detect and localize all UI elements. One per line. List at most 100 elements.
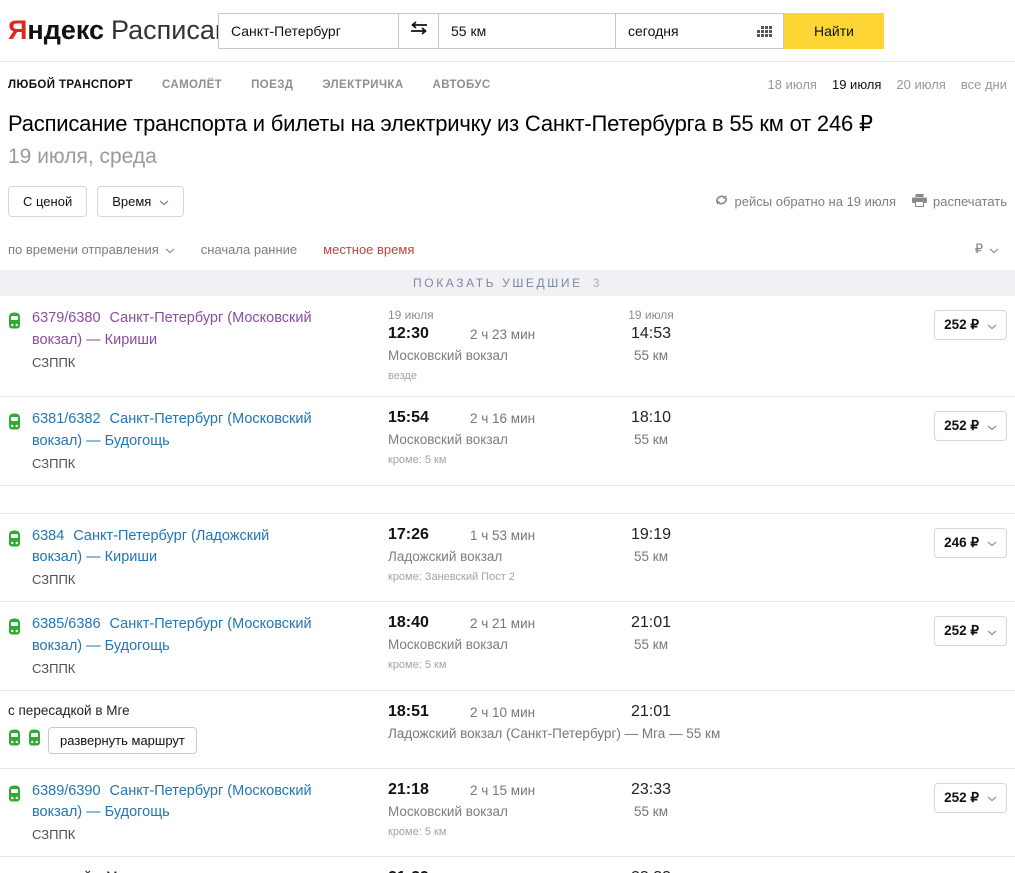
time-filter-button[interactable]: Время [97, 186, 184, 217]
train-number: 6389/6390 [32, 783, 101, 799]
chevron-down-icon [987, 318, 997, 333]
currency-dropdown[interactable]: ₽ [975, 241, 999, 257]
segment-link[interactable]: 6381/6382Санкт-Петербург (Московский вок… [32, 409, 322, 453]
departure-time: 12:30 [388, 325, 470, 343]
transport-tabs: ЛЮБОЙ ТРАНСПОРТ САМОЛЁТ ПОЕЗД ЭЛЕКТРИЧКА… [8, 79, 491, 91]
calendar-grid-icon[interactable] [757, 25, 773, 43]
segment-link[interactable]: 6384Санкт-Петербург (Ладожский вокзал) —… [32, 526, 322, 570]
transfer-route-info: Ладожский вокзал (Санкт-Петербург) — Мга… [388, 726, 707, 741]
expand-route-button[interactable]: развернуть маршрут [48, 727, 197, 754]
price-value: 252 ₽ [944, 623, 979, 639]
print-link[interactable]: распечатать [912, 194, 1007, 210]
duration: 2 ч 16 мин [470, 409, 595, 427]
show-departed-bar[interactable]: ПОКАЗАТЬ УШЕДШИЕ 3 [0, 270, 1015, 296]
carrier: СЗППК [32, 661, 322, 676]
return-trips-link[interactable]: рейсы обратно на 19 июля [714, 194, 896, 209]
show-departed-count: 3 [593, 276, 602, 290]
page-subtitle: 19 июля, среда [8, 145, 1007, 169]
transfer-row: с пересадкой в Мге развернуть маршрут 18… [0, 691, 1015, 769]
segment-link[interactable]: 6385/6386Санкт-Петербург (Московский вок… [32, 614, 322, 658]
train-icon [8, 409, 32, 435]
return-arrows-icon [714, 194, 729, 209]
chevron-down-icon [159, 194, 169, 209]
carrier: СЗППК [32, 355, 322, 370]
duration: 1 ч 53 мин [470, 526, 595, 544]
departure-station: Московский вокзал [388, 637, 595, 652]
with-price-filter-label: С ценой [23, 194, 72, 209]
price-button[interactable]: 252 ₽ [934, 783, 1007, 813]
carrier: СЗППК [32, 456, 322, 471]
departure-station: Московский вокзал [388, 348, 595, 363]
logo-ndeks: ндекс [27, 15, 104, 46]
schedule-row: 6379/6380Санкт-Петербург (Московский вок… [0, 296, 1015, 397]
logo[interactable]: Яндекс Расписания [8, 15, 218, 46]
price-value: 252 ₽ [944, 317, 979, 333]
chevron-down-icon [165, 242, 175, 257]
from-field [219, 14, 399, 48]
arrival-distance: 55 км [595, 804, 707, 819]
header: Яндекс Расписания [0, 0, 1015, 62]
swap-arrows-icon [409, 21, 429, 40]
departure-station: Московский вокзал [388, 432, 595, 447]
price-value: 252 ₽ [944, 790, 979, 806]
sort-early-first-link[interactable]: сначала ранние [201, 242, 297, 257]
segment-info: 6379/6380Санкт-Петербург (Московский вок… [32, 308, 388, 370]
train-number: 6385/6386 [32, 616, 101, 632]
stops-note: кроме: Заневский Пост 2 [388, 571, 707, 583]
train-number: 6384 [32, 528, 64, 544]
train-number: 6379/6380 [32, 310, 101, 326]
stops-note: везде [388, 370, 707, 382]
search-bar [218, 13, 784, 49]
arrival-distance: 55 км [595, 432, 707, 447]
transfer-label: с пересадкой в Мге [8, 869, 388, 873]
price-value: 246 ₽ [944, 535, 979, 551]
price-button[interactable]: 252 ₽ [934, 411, 1007, 441]
date-link-19-july[interactable]: 19 июля [832, 77, 881, 92]
transport-nav: ЛЮБОЙ ТРАНСПОРТ САМОЛЁТ ПОЕЗД ЭЛЕКТРИЧКА… [0, 62, 1015, 105]
duration: 2 ч 15 мин [470, 781, 595, 799]
schedule-row: 6385/6386Санкт-Петербург (Московский вок… [0, 602, 1015, 691]
date-link-all-days[interactable]: все дни [961, 77, 1007, 92]
print-label: распечатать [933, 194, 1007, 209]
search-submit-button[interactable]: Найти [784, 13, 884, 49]
train-icon [8, 614, 32, 640]
stops-note: кроме: 5 км [388, 454, 707, 466]
toolbar-right: рейсы обратно на 19 июля распечатать [714, 194, 1007, 210]
swap-button[interactable] [399, 14, 439, 48]
printer-icon [912, 194, 927, 210]
page-title: Расписание транспорта и билеты на электр… [8, 111, 1007, 137]
tab-bus[interactable]: АВТОБУС [433, 79, 491, 91]
duration: 2 ч 21 мин [470, 614, 595, 632]
to-input[interactable] [439, 23, 615, 39]
schedule-row: 6384Санкт-Петербург (Ладожский вокзал) —… [0, 514, 1015, 603]
price-button[interactable]: 252 ₽ [934, 310, 1007, 340]
train-icon [8, 729, 21, 751]
sort-row: по времени отправления сначала ранние ме… [0, 241, 1015, 257]
tab-plane[interactable]: САМОЛЁТ [162, 79, 222, 91]
arrival-time: 19:19 [595, 526, 707, 544]
local-time-link[interactable]: местное время [323, 242, 414, 257]
departure-time: 18:40 [388, 614, 470, 632]
price-button[interactable]: 246 ₽ [934, 528, 1007, 558]
departure-station: Московский вокзал [388, 804, 595, 819]
tab-suburban[interactable]: ЭЛЕКТРИЧКА [322, 79, 403, 91]
with-price-filter-button[interactable]: С ценой [8, 186, 87, 217]
time-filter-label: Время [112, 194, 151, 209]
transfer-row: с пересадкой в Мге развернуть маршрут 21… [0, 857, 1015, 873]
chevron-down-icon [987, 419, 997, 434]
arrival-distance: 55 км [595, 348, 707, 363]
segment-link[interactable]: 6389/6390Санкт-Петербург (Московский вок… [32, 781, 322, 825]
price-button[interactable]: 252 ₽ [934, 616, 1007, 646]
chevron-down-icon [987, 535, 997, 550]
tab-any-transport[interactable]: ЛЮБОЙ ТРАНСПОРТ [8, 79, 133, 91]
duration: 2 ч 10 мин [470, 703, 595, 721]
date-link-20-july[interactable]: 20 июля [896, 77, 945, 92]
date-link-18-july[interactable]: 18 июля [768, 77, 817, 92]
stops-note: кроме: 5 км [388, 659, 707, 671]
train-route: Санкт-Петербург (Ладожский вокзал) — Кир… [32, 528, 269, 566]
segment-link[interactable]: 6379/6380Санкт-Петербург (Московский вок… [32, 308, 322, 352]
from-input[interactable] [219, 23, 398, 39]
tab-train[interactable]: ПОЕЗД [251, 79, 293, 91]
train-icon [8, 781, 32, 807]
sort-order-dropdown[interactable]: по времени отправления [8, 242, 175, 257]
